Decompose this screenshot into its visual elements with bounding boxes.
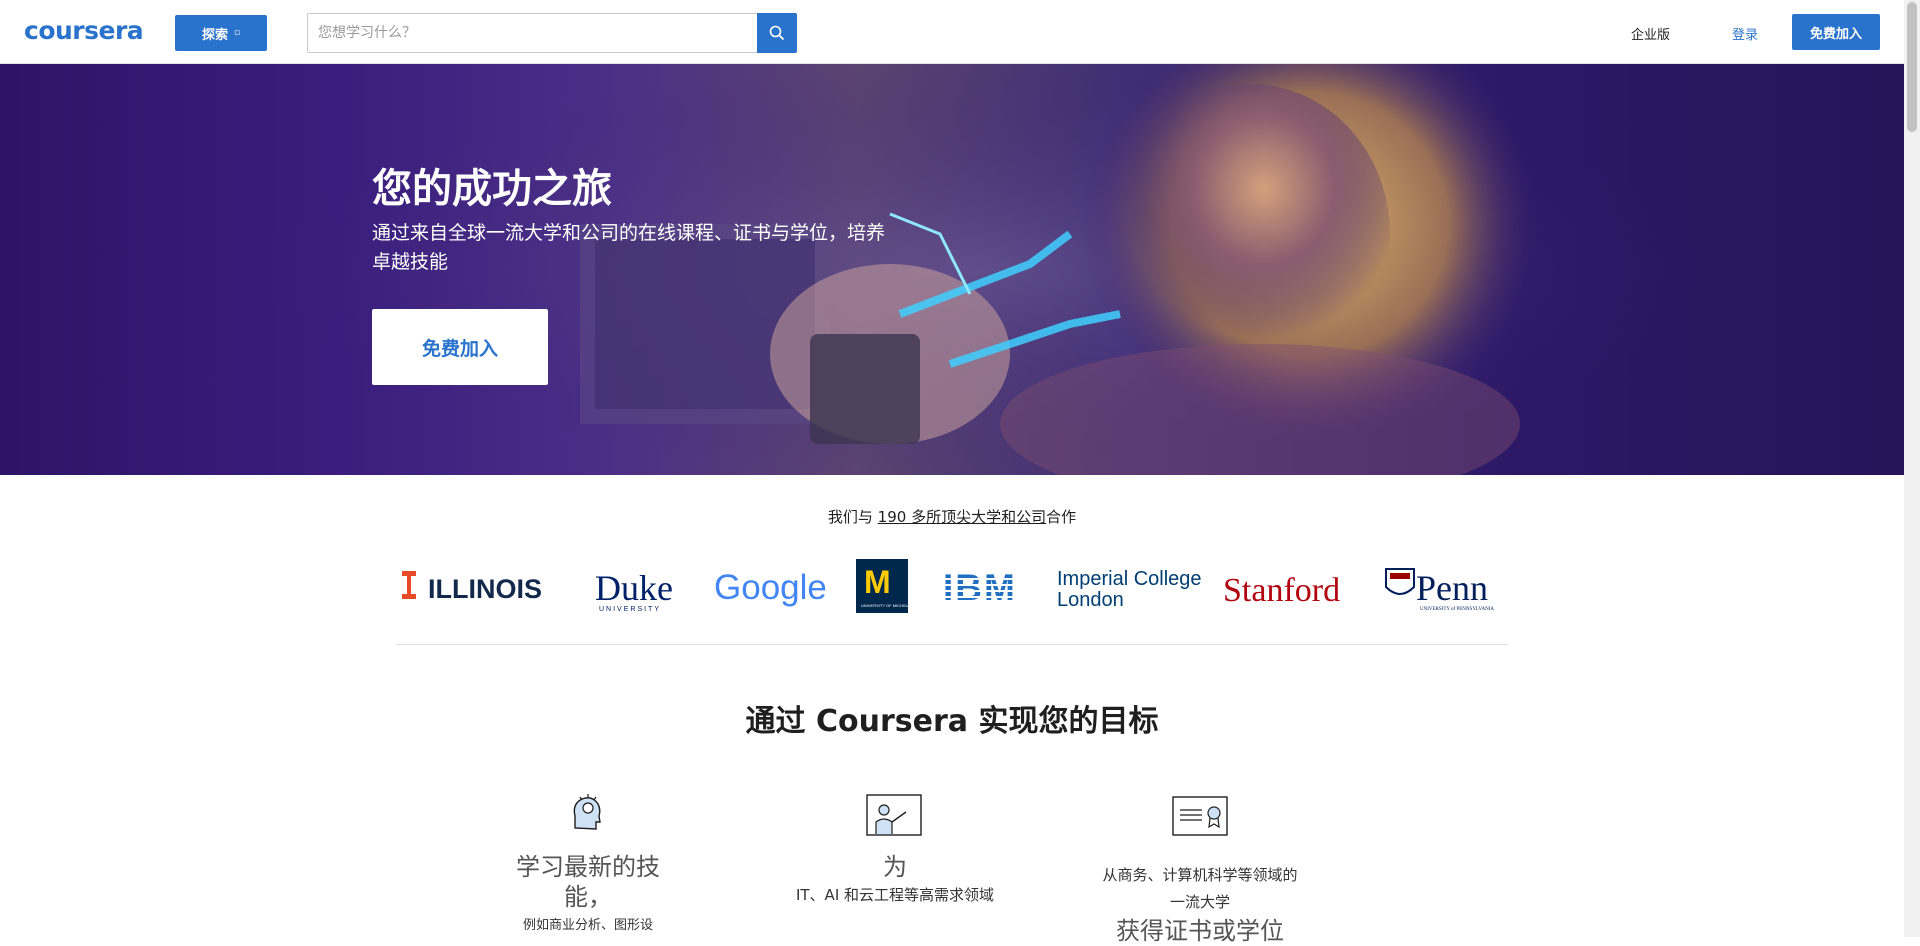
stanford-logo[interactable]: Stanford [1223, 572, 1340, 609]
hero-banner: 您的成功之旅 通过来自全球一流大学和公司的在线课程、证书与学位，培养卓越技能 免… [0, 64, 1904, 475]
goals-heading: 通过 Coursera 实现您的目标 [745, 704, 1159, 739]
penn-text: Penn [1416, 568, 1488, 608]
chevron-down-icon: ▫ [233, 28, 241, 38]
illinois-text: ILLINOIS [428, 574, 542, 604]
certificate-icon [1172, 796, 1228, 836]
feature-degree-title: 获得证书或学位 [1116, 917, 1284, 945]
hero-title: 您的成功之旅 [372, 166, 612, 212]
ibm-logo[interactable]: IBM [940, 567, 1040, 608]
search-input[interactable] [308, 14, 757, 52]
coursera-logo[interactable]: coursera [24, 16, 144, 45]
feature-degree-desc: 从商务、计算机科学等领域的一流大学 [1102, 866, 1298, 911]
michigan-text: UNIVERSITY OF MICHIGAN [861, 603, 913, 608]
join-free-button[interactable]: 免费加入 [1792, 14, 1880, 50]
penn-logo[interactable]: Penn UNIVERSITY of PENNSYLVANIA [1385, 568, 1494, 612]
scrollbar-thumb[interactable] [1907, 2, 1917, 132]
explore-label: 探索 [201, 27, 228, 43]
duke-logo[interactable]: Duke UNIVERSITY [595, 568, 673, 613]
illinois-logo[interactable]: ILLINOIS [402, 571, 542, 604]
section-divider [396, 644, 1508, 645]
imperial-line1: Imperial College [1057, 568, 1202, 590]
enterprise-link[interactable]: 企业版 [1631, 24, 1670, 43]
imperial-line2: London [1057, 589, 1124, 611]
login-link[interactable]: 登录 [1732, 24, 1758, 43]
imperial-logo[interactable]: Imperial College London [1057, 568, 1202, 611]
partner-logos: ILLINOIS Duke UNIVERSITY Google M UNIVER… [402, 559, 1494, 613]
page-scrollbar[interactable] [1904, 0, 1920, 937]
ibm-text: IBM [943, 567, 1017, 608]
feature-degree: 从商务、计算机科学等领域的一流大学 获得证书或学位 [1100, 862, 1300, 946]
search-bar [307, 13, 797, 53]
head-lightbulb-icon [573, 794, 601, 830]
partners-prefix: 我们与 [827, 508, 878, 526]
stanford-text: Stanford [1223, 572, 1340, 609]
search-icon [769, 25, 785, 41]
michigan-logo[interactable]: M UNIVERSITY OF MICHIGAN [856, 559, 913, 613]
michigan-m: M [864, 564, 891, 600]
teacher-board-icon [866, 794, 922, 836]
partners-text: 我们与 190 多所顶尖大学和公司合作 [0, 506, 1904, 527]
top-nav: coursera 探索 ▫ 企业版 登录 免费加入 [0, 0, 1904, 64]
hero-join-button[interactable]: 免费加入 [372, 309, 548, 385]
feature-learn: 学习最新的技能， 例如商业分析、图形设 [500, 852, 676, 939]
google-text: Google [714, 568, 827, 607]
explore-button[interactable]: 探索 ▫ [175, 15, 267, 51]
feature-learn-title: 学习最新的技能， [516, 853, 660, 911]
penn-subtext: UNIVERSITY of PENNSYLVANIA [1420, 607, 1494, 612]
duke-text: Duke [595, 568, 673, 608]
search-button[interactable] [757, 13, 797, 53]
partners-suffix: 合作 [1046, 508, 1077, 526]
partners-link[interactable]: 190 多所顶尖大学和公司 [878, 508, 1046, 526]
feature-career-title: 为 [883, 853, 907, 881]
google-logo[interactable]: Google [714, 568, 827, 607]
feature-learn-desc: 例如商业分析、图形设 [522, 918, 653, 933]
feature-career-desc: IT、AI 和云工程等高需求领域 [795, 886, 995, 904]
duke-university-text: UNIVERSITY [599, 606, 661, 613]
hero-subtitle: 通过来自全球一流大学和公司的在线课程、证书与学位，培养卓越技能 [372, 222, 886, 273]
feature-career: 为 IT、AI 和云工程等高需求领域 [790, 852, 1000, 909]
